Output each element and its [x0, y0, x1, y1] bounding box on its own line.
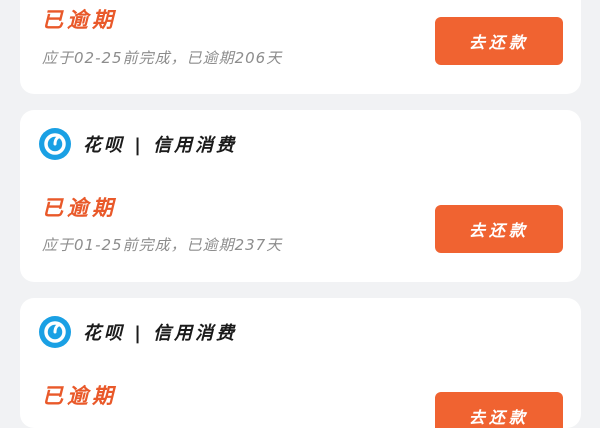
brand-label: 花呗 | 信用消费 — [83, 323, 238, 344]
huabei-logo-icon — [39, 128, 71, 160]
huabei-logo-icon — [39, 316, 71, 348]
card-header: 花呗 | 信用消费 — [39, 128, 237, 160]
overdue-status: 已逾期 — [42, 8, 117, 32]
card-header: 花呗 | 信用消费 — [39, 316, 237, 348]
repay-button[interactable]: 去还款 — [435, 205, 563, 253]
bill-card: 已逾期 应于02-25前完成，已逾期206天 去还款 — [20, 0, 581, 94]
repay-button[interactable]: 去还款 — [435, 392, 563, 428]
bill-card: 花呗 | 信用消费 已逾期 应于01-25前完成，已逾期237天 去还款 — [20, 110, 581, 282]
overdue-status: 已逾期 — [42, 384, 117, 408]
overdue-status: 已逾期 — [42, 196, 117, 220]
due-description: 应于01-25前完成，已逾期237天 — [42, 236, 283, 254]
repay-button[interactable]: 去还款 — [435, 17, 563, 65]
bill-card: 花呗 | 信用消费 已逾期 去还款 — [20, 298, 581, 428]
due-description: 应于02-25前完成，已逾期206天 — [42, 49, 283, 67]
brand-label: 花呗 | 信用消费 — [83, 135, 238, 156]
